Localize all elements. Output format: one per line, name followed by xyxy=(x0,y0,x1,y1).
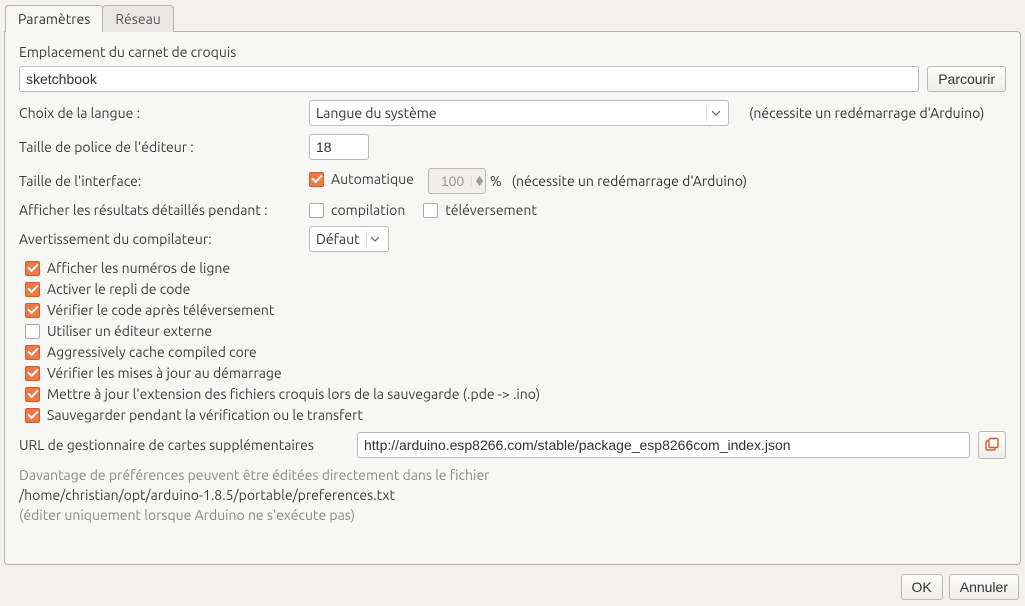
window-stack-icon xyxy=(984,437,1000,453)
tab-bar: Paramètres Réseau xyxy=(0,0,1025,32)
fontsize-input[interactable] xyxy=(309,134,369,160)
verbose-upload-label: téléversement xyxy=(445,202,537,218)
prefs-path[interactable]: /home/christian/opt/arduino-1.8.5/portab… xyxy=(19,487,1006,503)
uiscale-percent: % xyxy=(490,173,502,189)
uiscale-note: (nécessite un redémarrage d'Arduino) xyxy=(512,173,747,189)
verbose-compile-checkbox[interactable] xyxy=(309,203,324,218)
warnings-select[interactable]: Défaut xyxy=(309,226,389,252)
uiscale-auto-checkbox[interactable] xyxy=(309,172,324,187)
check-external-editor[interactable] xyxy=(25,324,40,339)
more-prefs-line2: (éditer uniquement lorsque Arduino ne s'… xyxy=(19,507,1006,523)
ok-button[interactable]: OK xyxy=(901,574,943,600)
language-label: Choix de la langue : xyxy=(19,105,309,121)
uiscale-label: Taille de l'interface: xyxy=(19,173,309,189)
chevron-down-icon xyxy=(366,231,384,247)
check-cache-core[interactable] xyxy=(25,345,40,360)
warnings-label: Avertissement du compilateur: xyxy=(19,231,309,247)
boards-url-input[interactable] xyxy=(357,432,970,458)
tab-network[interactable]: Réseau xyxy=(102,5,173,32)
tab-settings[interactable]: Paramètres xyxy=(5,5,103,32)
uiscale-auto-label: Automatique xyxy=(331,171,414,187)
arrow-down-icon xyxy=(476,181,483,186)
uiscale-spinner[interactable] xyxy=(428,168,486,194)
check-verify-after-upload[interactable] xyxy=(25,303,40,318)
browse-button[interactable]: Parcourir xyxy=(927,66,1006,92)
verbose-upload-checkbox[interactable] xyxy=(423,203,438,218)
boards-url-label: URL de gestionnaire de cartes supplément… xyxy=(19,437,357,453)
verbose-label: Afficher les résultats détaillés pendant… xyxy=(19,202,309,218)
chevron-down-icon xyxy=(706,105,724,121)
settings-panel: Emplacement du carnet de croquis Parcour… xyxy=(4,31,1021,565)
check-updates-startup[interactable] xyxy=(25,366,40,381)
check-save-on-verify[interactable] xyxy=(25,408,40,423)
language-select[interactable]: Langue du système xyxy=(309,100,729,126)
more-prefs-line1: Davantage de préférences peuvent être éd… xyxy=(19,467,1006,483)
sketchbook-input[interactable] xyxy=(19,66,919,92)
check-line-numbers[interactable] xyxy=(25,261,40,276)
check-code-folding[interactable] xyxy=(25,282,40,297)
open-urls-button[interactable] xyxy=(978,431,1006,459)
verbose-compile-label: compilation xyxy=(331,202,405,218)
language-note: (nécessite un redémarrage d'Arduino) xyxy=(749,105,984,121)
cancel-button[interactable]: Annuler xyxy=(949,574,1019,600)
dialog-buttons: OK Annuler xyxy=(901,574,1020,600)
checkbox-list: Afficher les numéros de ligne Activer le… xyxy=(19,260,1006,423)
uiscale-value xyxy=(435,168,471,194)
sketchbook-label: Emplacement du carnet de croquis xyxy=(19,44,1006,60)
language-value: Langue du système xyxy=(316,105,437,121)
check-update-extension[interactable] xyxy=(25,387,40,402)
fontsize-label: Taille de police de l'éditeur : xyxy=(19,139,309,155)
warnings-value: Défaut xyxy=(316,231,360,247)
